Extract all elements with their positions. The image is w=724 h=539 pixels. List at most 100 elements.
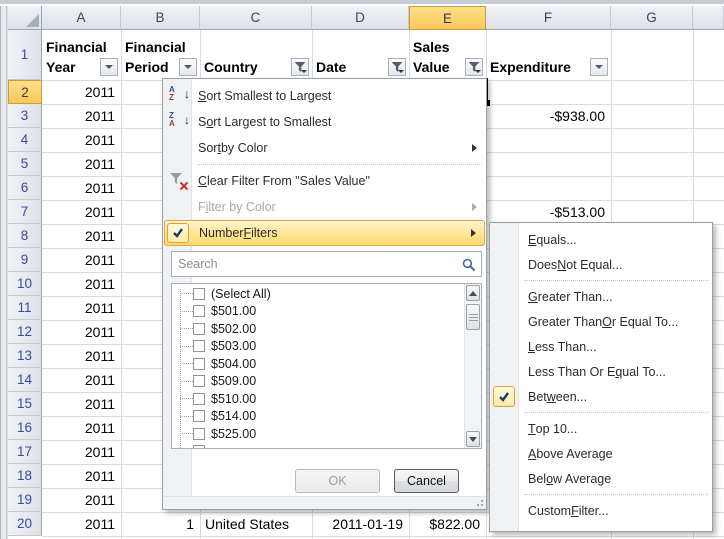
row-header-6[interactable]: 6 — [8, 176, 42, 200]
row-header-20[interactable]: 20 — [8, 512, 42, 536]
cell-e20[interactable]: $822.00 — [409, 512, 480, 536]
cell-a17[interactable]: 2011 — [42, 440, 115, 464]
column-header-partial[interactable] — [693, 6, 724, 30]
row-header-11[interactable]: 11 — [8, 296, 42, 320]
row-header-3[interactable]: 3 — [8, 104, 42, 128]
menu-item-clear-filter-from-sales-value[interactable]: Clear Filter From "Sales Value" — [164, 168, 485, 194]
cell-b20[interactable]: 1 — [121, 512, 194, 536]
filter-dropdown-button-financial-period[interactable] — [179, 58, 197, 76]
column-header-C[interactable]: C — [200, 6, 312, 30]
filter-dropdown-button-expenditure[interactable] — [590, 58, 608, 76]
scroll-thumb[interactable] — [466, 304, 480, 330]
filter-applied-button-country[interactable] — [291, 58, 309, 76]
row-header-10[interactable]: 10 — [8, 272, 42, 296]
row-header-15[interactable]: 15 — [8, 392, 42, 416]
cell-a18[interactable]: 2011 — [42, 464, 115, 488]
checkbox-unchecked[interactable] — [193, 358, 205, 370]
menu-item-sort-smallest-to-largest[interactable]: AZ↓Sort Smallest to Largest — [164, 83, 485, 109]
filter-list-item-510-00[interactable]: $510.00 — [172, 390, 464, 408]
checkbox-unchecked[interactable] — [193, 410, 205, 422]
filter-list-item-504-00[interactable]: $504.00 — [172, 355, 464, 373]
select-all-corner[interactable] — [8, 6, 42, 30]
cell-a13[interactable]: 2011 — [42, 344, 115, 368]
submenu-item-greater-than-or-equal-to[interactable]: Greater Than Or Equal To... — [491, 309, 711, 334]
scroll-down-button[interactable] — [466, 431, 480, 447]
menu-item-number-filters[interactable]: Number Filters — [164, 220, 485, 246]
cell-a4[interactable]: 2011 — [42, 128, 115, 152]
filter-list-item-select-all[interactable]: (Select All) — [172, 285, 464, 303]
checkbox-unchecked[interactable] — [193, 428, 205, 440]
search-input[interactable] — [176, 254, 450, 274]
cell-a15[interactable]: 2011 — [42, 392, 115, 416]
filter-list-item-514-00[interactable]: $514.00 — [172, 408, 464, 426]
filter-list-item-525-00[interactable]: $525.00 — [172, 425, 464, 443]
cell-a8[interactable]: 2011 — [42, 224, 115, 248]
cell-f3[interactable]: -$938.00 — [486, 104, 605, 128]
menu-item-sort-by-color[interactable]: Sort by Color — [164, 135, 485, 161]
submenu-item-less-than[interactable]: Less Than... — [491, 334, 711, 359]
row-header-4[interactable]: 4 — [8, 128, 42, 152]
filter-dropdown-button-financial-year[interactable] — [100, 58, 118, 76]
submenu-item-top-10[interactable]: Top 10... — [491, 416, 711, 441]
header-cell-expenditure[interactable]: Expenditure — [486, 30, 611, 80]
cell-a3[interactable]: 2011 — [42, 104, 115, 128]
row-header-18[interactable]: 18 — [8, 464, 42, 488]
row-header-7[interactable]: 7 — [8, 200, 42, 224]
checkbox-unchecked[interactable] — [193, 340, 205, 352]
cell-a19[interactable]: 2011 — [42, 488, 115, 512]
checkbox-unchecked[interactable] — [193, 305, 205, 317]
cell-a11[interactable]: 2011 — [42, 296, 115, 320]
cell-a14[interactable]: 2011 — [42, 368, 115, 392]
header-cell-sales-value[interactable]: SalesValue — [409, 30, 486, 80]
cell-a12[interactable]: 2011 — [42, 320, 115, 344]
ok-button[interactable]: OK — [295, 469, 380, 493]
cell-a20[interactable]: 2011 — [42, 512, 115, 536]
cell-a6[interactable]: 2011 — [42, 176, 115, 200]
checkbox-unchecked[interactable] — [193, 323, 205, 335]
cell-a5[interactable]: 2011 — [42, 152, 115, 176]
row-header-12[interactable]: 12 — [8, 320, 42, 344]
checkbox-unchecked[interactable] — [193, 445, 205, 448]
submenu-item-less-than-or-equal-to[interactable]: Less Than Or Equal To... — [491, 359, 711, 384]
row-header-16[interactable]: 16 — [8, 416, 42, 440]
submenu-item-equals[interactable]: Equals... — [491, 227, 711, 252]
row-header-1[interactable]: 1 — [8, 30, 42, 80]
cell-a10[interactable]: 2011 — [42, 272, 115, 296]
cell-a16[interactable]: 2011 — [42, 416, 115, 440]
header-cell-financial-year[interactable]: FinancialYear — [42, 30, 121, 80]
header-cell-date[interactable]: Date — [312, 30, 409, 80]
cancel-button[interactable]: Cancel — [394, 469, 459, 493]
column-header-G[interactable]: G — [611, 6, 693, 30]
column-header-F[interactable]: F — [486, 6, 611, 30]
menu-item-filter-by-color[interactable]: Filter by Color — [164, 194, 485, 220]
cell-d20[interactable]: 2011-01-19 — [312, 512, 403, 536]
cell-a9[interactable]: 2011 — [42, 248, 115, 272]
scroll-up-button[interactable] — [466, 285, 480, 301]
row-header-2[interactable]: 2 — [8, 80, 42, 104]
filter-list-item-503-00[interactable]: $503.00 — [172, 338, 464, 356]
filter-applied-button-date[interactable] — [388, 58, 406, 76]
cell-a7[interactable]: 2011 — [42, 200, 115, 224]
filter-list-item-partial[interactable] — [172, 443, 464, 449]
column-header-B[interactable]: B — [121, 6, 200, 30]
menu-item-sort-largest-to-smallest[interactable]: ZA↓Sort Largest to Smallest — [164, 109, 485, 135]
submenu-item-between[interactable]: Between... — [491, 384, 711, 409]
filter-list-item-509-00[interactable]: $509.00 — [172, 373, 464, 391]
submenu-item-below-average[interactable]: Below Average — [491, 466, 711, 491]
header-cell-country[interactable]: Country — [200, 30, 312, 80]
row-header-5[interactable]: 5 — [8, 152, 42, 176]
checkbox-unchecked[interactable] — [193, 375, 205, 387]
row-header-13[interactable]: 13 — [8, 344, 42, 368]
row-header-19[interactable]: 19 — [8, 488, 42, 512]
cell-f7[interactable]: -$513.00 — [486, 200, 605, 224]
filter-list-item-501-00[interactable]: $501.00 — [172, 303, 464, 321]
list-scrollbar[interactable] — [464, 284, 481, 448]
submenu-item-above-average[interactable]: Above Average — [491, 441, 711, 466]
header-cell-financial-period[interactable]: FinancialPeriod — [121, 30, 200, 80]
row-header-14[interactable]: 14 — [8, 368, 42, 392]
column-header-E[interactable]: E — [409, 6, 486, 30]
column-header-A[interactable]: A — [42, 6, 121, 30]
filter-list-item-502-00[interactable]: $502.00 — [172, 320, 464, 338]
cell-a2[interactable]: 2011 — [42, 80, 115, 104]
cell-c20[interactable]: United States — [205, 512, 312, 536]
